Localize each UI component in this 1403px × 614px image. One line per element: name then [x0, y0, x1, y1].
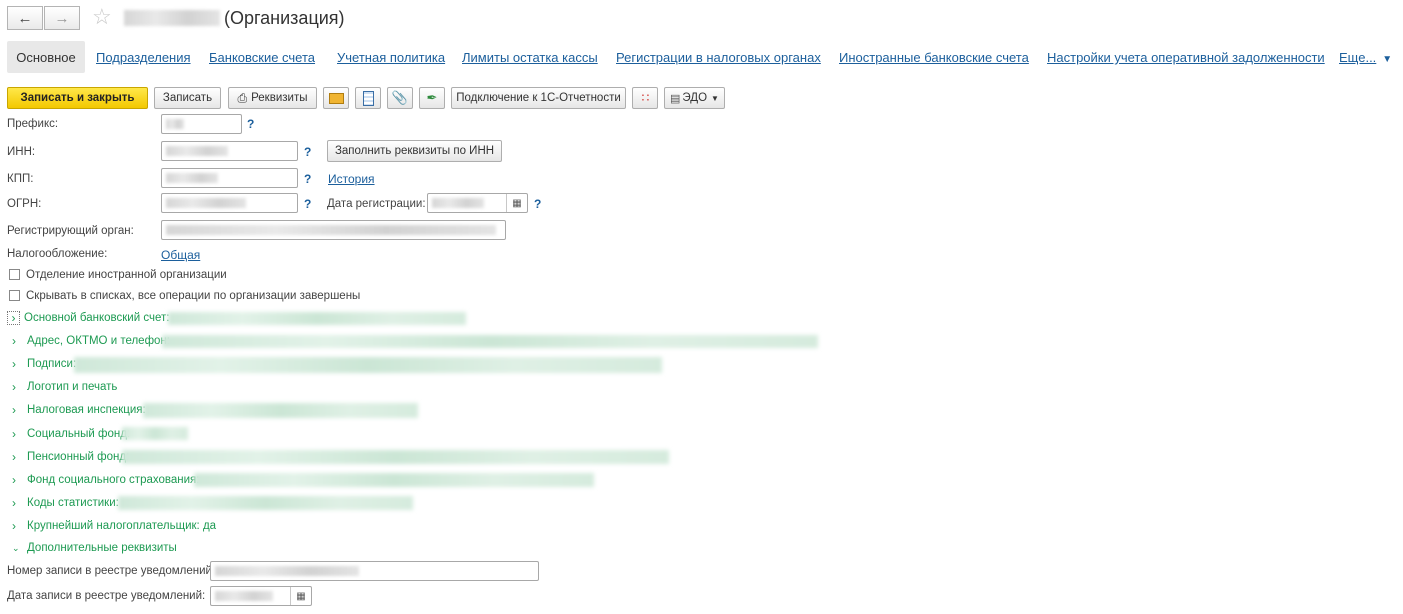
chevron-right-icon: ›	[12, 427, 16, 441]
group-address[interactable]: › Адрес, ОКТМО и телефон:	[12, 334, 170, 348]
ogrn-input[interactable]	[161, 193, 298, 213]
foreign-branch-checkbox[interactable]	[9, 269, 20, 280]
group-additional-requisites[interactable]: ⌄ Дополнительные реквизиты	[12, 542, 177, 554]
edo-icon: ▤	[670, 92, 681, 105]
tab-accounting-policy[interactable]: Учетная политика	[337, 50, 445, 65]
calendar-icon[interactable]: ▦	[506, 194, 527, 212]
forward-button[interactable]: →	[44, 6, 80, 30]
pen-icon: ✒	[426, 90, 438, 105]
reporting-service-button[interactable]: ∷	[632, 87, 658, 109]
tab-subdivisions[interactable]: Подразделения	[96, 50, 191, 65]
tab-debt-settings[interactable]: Настройки учета оперативной задолженност…	[1047, 50, 1325, 65]
notice-date-input[interactable]: ▦	[210, 586, 312, 606]
arrow-right-icon: →	[54, 9, 70, 27]
inn-label: ИНН:	[7, 146, 36, 158]
group-social-insurance[interactable]: › Фонд социального страхования:	[12, 473, 199, 487]
sign-button[interactable]: ✒	[419, 87, 445, 109]
chevron-right-icon: ›	[12, 473, 16, 487]
list-document-icon	[362, 90, 374, 106]
taxation-link[interactable]: Общая	[161, 248, 200, 262]
notice-number-label: Номер записи в реестре уведомлений:	[7, 565, 216, 577]
mail-button[interactable]	[323, 87, 349, 109]
edo-menu-button[interactable]: ▤ ЭДО ▼	[664, 87, 725, 109]
chevron-right-icon: ›	[12, 450, 16, 464]
fill-by-inn-button[interactable]: Заполнить реквизиты по ИНН	[327, 140, 502, 162]
group-logo[interactable]: › Логотип и печать	[12, 380, 117, 394]
window-title: (Организация)	[224, 8, 345, 28]
chevron-down-icon: ⌄	[12, 542, 20, 553]
address-value-redacted	[162, 335, 818, 348]
save-and-close-button[interactable]: Записать и закрыть	[7, 87, 148, 109]
paperclip-icon: 📎	[391, 90, 409, 105]
group-signatures[interactable]: › Подписи:	[12, 357, 76, 371]
chevron-right-icon: ›	[12, 380, 16, 394]
reg-date-label: Дата регистрации:	[327, 198, 426, 210]
reg-date-input[interactable]: ▦	[427, 193, 528, 213]
tab-tax-registrations[interactable]: Регистрации в налоговых органах	[616, 50, 821, 65]
tab-cash-limits[interactable]: Лимиты остатка кассы	[462, 50, 598, 65]
chevron-right-icon: ›	[7, 311, 20, 325]
caret-down-icon: ▼	[711, 93, 719, 103]
kpp-input[interactable]	[161, 168, 298, 188]
hide-in-lists-label: Скрывать в списках, все операции по орга…	[26, 290, 361, 302]
requisites-button[interactable]: ⎙ Реквизиты	[228, 87, 317, 109]
ogrn-label: ОГРН:	[7, 198, 42, 210]
chevron-right-icon: ›	[12, 496, 16, 510]
tab-main[interactable]: Основное	[7, 41, 85, 73]
favorite-star-icon[interactable]: ☆	[92, 6, 112, 28]
group-largest-taxpayer[interactable]: › Крупнейший налогоплательщик: да	[12, 519, 216, 533]
document-list-button[interactable]	[355, 87, 381, 109]
arrow-left-icon: ←	[17, 9, 33, 27]
tab-foreign-bank-accounts[interactable]: Иностранные банковские счета	[839, 50, 1029, 65]
tab-bank-accounts[interactable]: Банковские счета	[209, 50, 315, 65]
notice-date-label: Дата записи в реестре уведомлений:	[7, 590, 206, 602]
caret-down-icon: ▼	[1382, 54, 1393, 65]
notice-number-input[interactable]	[210, 561, 539, 581]
dots-grid-icon: ∷	[641, 91, 650, 105]
inn-help[interactable]: ?	[304, 145, 311, 159]
signatures-value-redacted	[74, 357, 662, 373]
chevron-right-icon: ›	[12, 519, 16, 533]
chevron-right-icon: ›	[12, 334, 16, 348]
kpp-label: КПП:	[7, 173, 34, 185]
connect-reporting-button[interactable]: Подключение к 1С-Отчетности	[451, 87, 626, 109]
inn-input[interactable]	[161, 141, 298, 161]
reg-organ-input[interactable]	[161, 220, 506, 240]
social-fund-value-redacted	[122, 427, 188, 440]
reg-date-help[interactable]: ?	[534, 197, 541, 211]
chevron-right-icon: ›	[12, 403, 16, 417]
reg-organ-label: Регистрирующий орган:	[7, 225, 134, 237]
prefix-label: Префикс:	[7, 118, 59, 130]
bank-account-value-redacted	[168, 312, 466, 325]
tab-more[interactable]: Еще... ▼	[1339, 50, 1392, 65]
kpp-help[interactable]: ?	[304, 172, 311, 186]
calendar-icon[interactable]: ▦	[290, 587, 311, 605]
tax-inspection-value-redacted	[143, 403, 418, 418]
ogrn-help[interactable]: ?	[304, 197, 311, 211]
group-statistics-codes[interactable]: › Коды статистики:	[12, 496, 119, 510]
statistics-codes-value-redacted	[118, 496, 413, 510]
history-link[interactable]: История	[328, 172, 375, 186]
pension-fund-value-redacted	[122, 450, 669, 464]
group-main-bank-account[interactable]: › Основной банковский счет:	[7, 311, 169, 325]
foreign-branch-label: Отделение иностранной организации	[26, 269, 227, 281]
envelope-icon	[328, 92, 344, 104]
organization-name-redacted	[124, 10, 220, 26]
back-button[interactable]: ←	[7, 6, 43, 30]
save-button[interactable]: Записать	[154, 87, 221, 109]
prefix-help[interactable]: ?	[247, 117, 254, 131]
group-social-fund[interactable]: › Социальный фонд:	[12, 427, 130, 441]
group-tax-inspection[interactable]: › Налоговая инспекция:	[12, 403, 146, 417]
printer-icon: ⎙	[237, 90, 248, 105]
social-insurance-value-redacted	[194, 473, 594, 487]
group-pension-fund[interactable]: › Пенсионный фонд:	[12, 450, 129, 464]
hide-in-lists-checkbox[interactable]	[9, 290, 20, 301]
chevron-right-icon: ›	[12, 357, 16, 371]
prefix-input[interactable]	[161, 114, 242, 134]
taxation-label: Налогообложение:	[7, 248, 108, 260]
attach-button[interactable]: 📎	[387, 87, 413, 109]
